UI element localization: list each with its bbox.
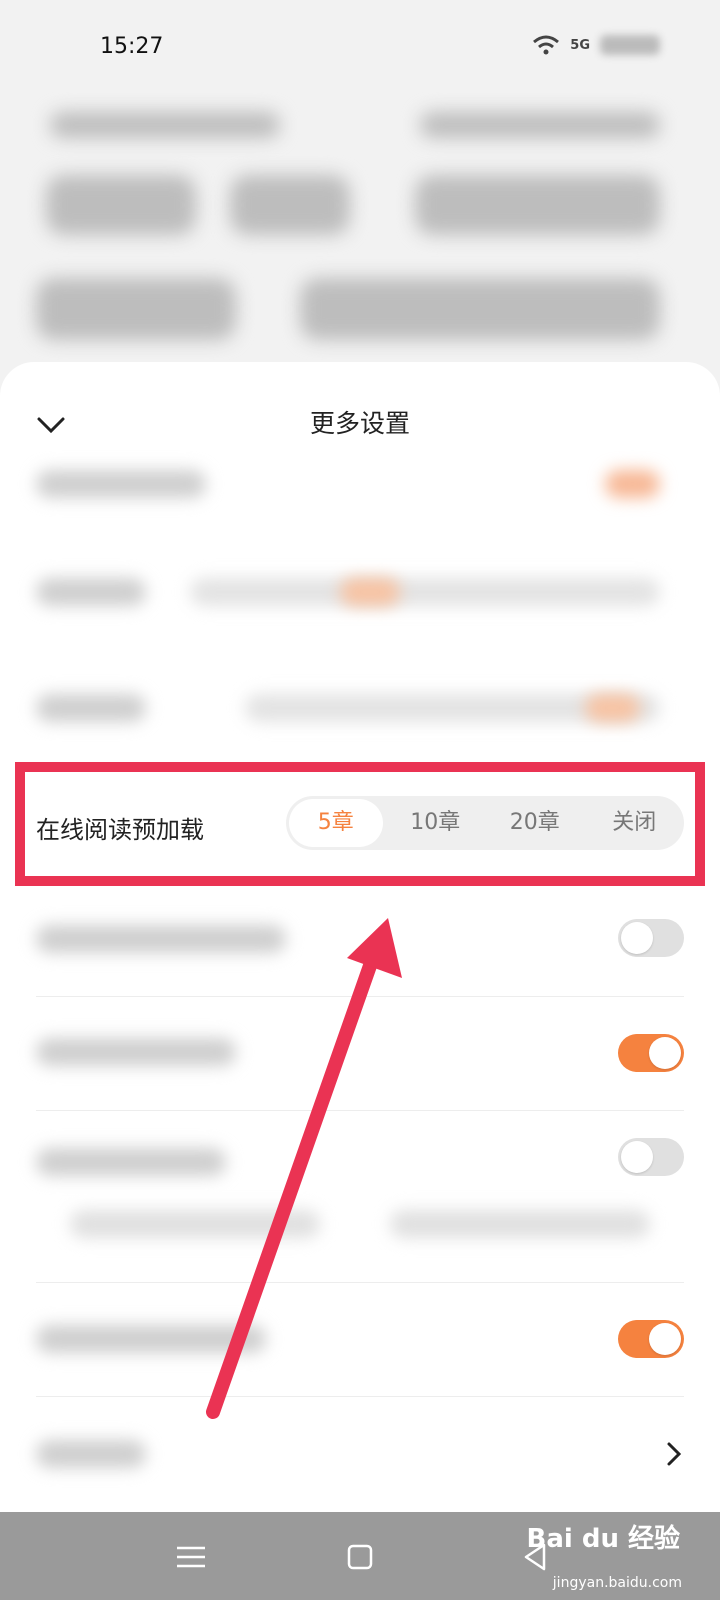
watermark-url: jingyan.baidu.com: [552, 1575, 682, 1591]
status-time: 15:27: [100, 34, 164, 59]
status-icons: 5G: [532, 34, 660, 56]
preload-segmented-control: 5章 10章 20章 关闭: [286, 796, 684, 850]
network-label: 5G: [570, 37, 590, 53]
wifi-icon: [533, 35, 560, 55]
toggle-switch[interactable]: [618, 1034, 684, 1072]
preload-label: 在线阅读预加载: [36, 816, 204, 844]
home-icon[interactable]: [343, 1540, 377, 1574]
status-bar: 15:27 5G: [0, 0, 720, 96]
divider: [36, 1110, 684, 1111]
divider: [36, 996, 684, 997]
toggle-switch[interactable]: [618, 1320, 684, 1358]
divider: [36, 1396, 684, 1397]
baidu-watermark: Bai du 经验: [526, 1524, 681, 1554]
preload-option-10[interactable]: 10章: [389, 799, 483, 847]
battery-icon: [600, 35, 660, 55]
toggle-switch[interactable]: [618, 1138, 684, 1176]
divider: [36, 1282, 684, 1283]
preload-option-5[interactable]: 5章: [289, 799, 383, 847]
menu-icon[interactable]: [174, 1540, 208, 1574]
sheet-title: 更多设置: [309, 409, 410, 438]
preload-option-off[interactable]: 关闭: [588, 799, 682, 847]
chevron-right-icon[interactable]: [664, 1440, 684, 1468]
toggle-switch[interactable]: [618, 919, 684, 957]
preload-option-20[interactable]: 20章: [488, 799, 582, 847]
